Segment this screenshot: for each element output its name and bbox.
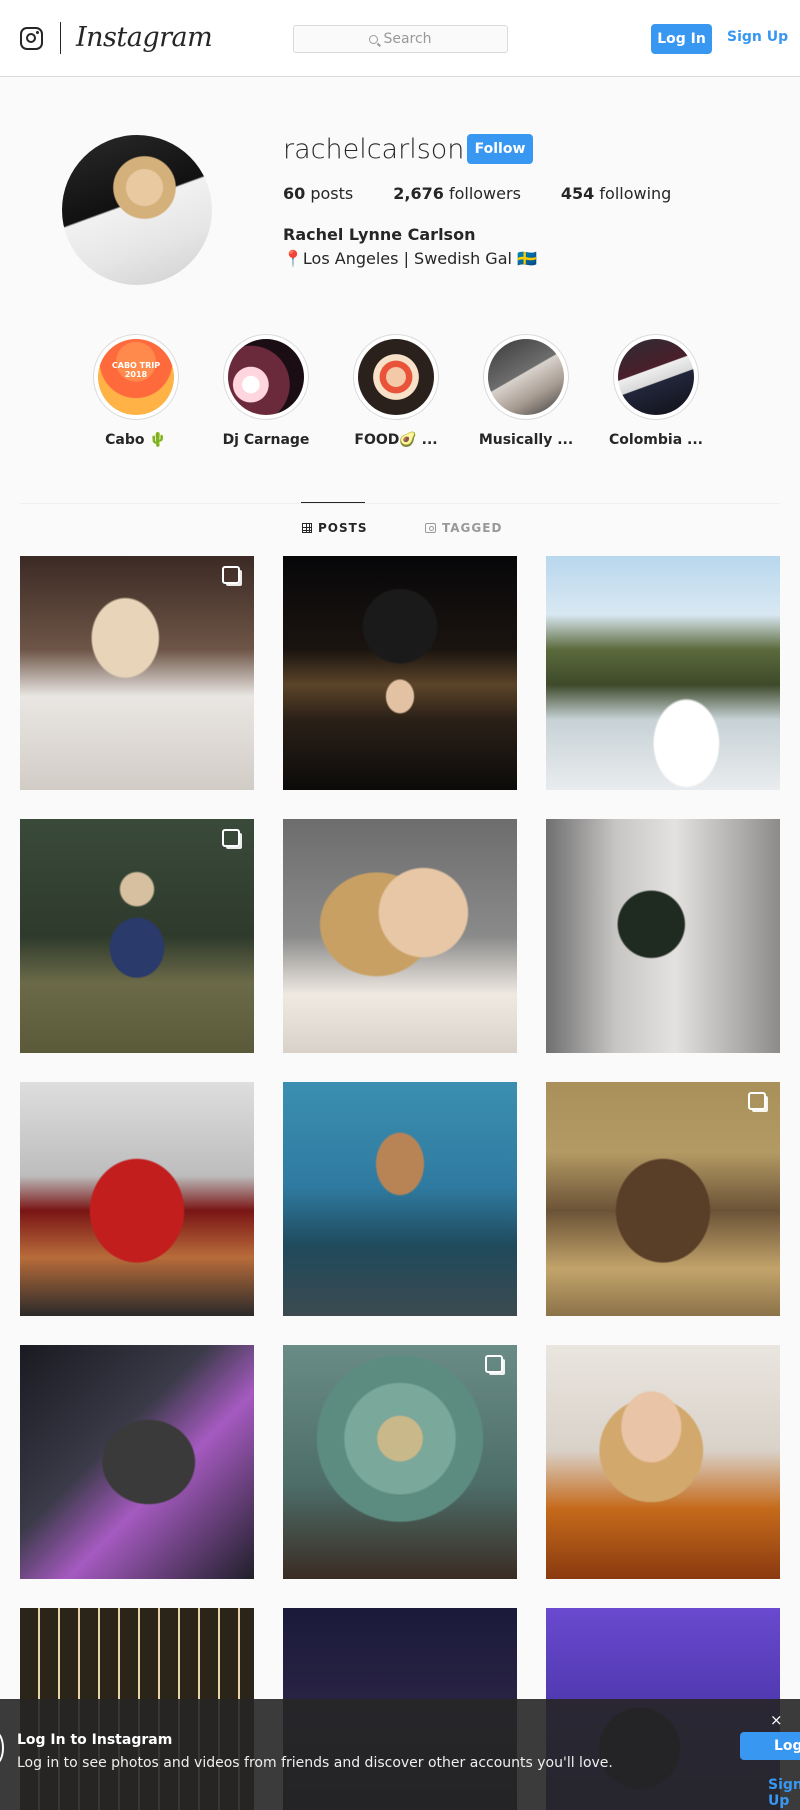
post-thumbnail[interactable] [546,1082,780,1316]
post-thumbnail[interactable] [546,819,780,1053]
logo-divider [60,22,61,54]
multiple-photos-icon [222,566,240,584]
signup-link[interactable]: Sign Up [727,29,788,45]
highlight-cabo-image: CABO TRIP 2018 [98,339,174,415]
banner-title: Log In to Instagram [17,1732,173,1748]
story-highlights: CABO TRIP 2018 Cabo 🌵 Dj Carnage FOOD🥑 .… [0,334,800,454]
close-icon[interactable]: × [770,1711,783,1729]
search-placeholder: Search [383,31,432,47]
banner-text: Log in to see photos and videos from fri… [17,1755,613,1771]
post-thumbnail[interactable] [20,819,254,1053]
login-prompt-banner: Log In to Instagram Log in to see photos… [0,1699,800,1810]
profile-bio: 📍Los Angeles | Swedish Gal 🇸🇪 [283,249,537,268]
posts-stat-label: posts [310,184,354,203]
grid-icon [302,523,312,533]
post-thumbnail[interactable] [20,1345,254,1579]
posts-stat: 60 posts [283,184,353,203]
post-thumbnail[interactable] [283,556,517,790]
highlight-cabo[interactable]: CABO TRIP 2018 Cabo 🌵 [71,334,201,448]
highlight-label: FOOD🥑 ... [354,432,438,448]
banner-signup-link[interactable]: Sign Up [768,1777,800,1809]
highlight-colombia-image [618,339,694,415]
tab-tagged[interactable]: TAGGED [425,521,502,535]
highlight-musically[interactable]: Musically ... [461,334,591,448]
profile-tabs: POSTS TAGGED [20,502,780,556]
multiple-photos-icon [222,829,240,847]
post-thumbnail[interactable] [283,1082,517,1316]
search-input[interactable]: Search [293,25,508,53]
followers-stat[interactable]: 2,676 followers [393,184,521,203]
post-thumbnail[interactable] [546,1345,780,1579]
profile-avatar[interactable] [62,135,212,285]
multiple-photos-icon [485,1355,503,1373]
post-thumbnail[interactable] [20,1082,254,1316]
tagged-icon [425,523,436,533]
multiple-photos-icon [748,1092,766,1110]
post-thumbnail[interactable] [283,1345,517,1579]
highlight-musically-image [488,339,564,415]
following-count: 454 [560,184,595,203]
highlight-cabo-badge: CABO TRIP 2018 [111,361,161,379]
follow-button[interactable]: Follow [467,134,533,164]
highlight-colombia[interactable]: Colombia ... [591,334,721,448]
profile-stats: 60 posts 2,676 followers 454 following [283,184,671,203]
followers-stat-label: followers [448,184,521,203]
post-thumbnail[interactable] [20,556,254,790]
instagram-wordmark[interactable]: Instagram [76,22,213,53]
instagram-camera-icon[interactable] [20,27,43,50]
posts-count: 60 [283,184,306,203]
login-button[interactable]: Log In [651,24,712,54]
post-thumbnail[interactable] [546,556,780,790]
top-nav-bar: Instagram Search Log In Sign Up [0,0,800,77]
instagram-logo-icon [0,1731,4,1765]
profile-username: rachelcarlson1 [283,134,482,165]
tab-posts[interactable]: POSTS [300,502,368,535]
profile-full-name: Rachel Lynne Carlson [283,225,476,244]
highlight-dj-carnage[interactable]: Dj Carnage [201,334,331,448]
highlight-label: Musically ... [478,432,574,448]
search-icon [369,35,379,44]
following-stat[interactable]: 454 following [561,184,671,203]
highlight-label: Dj Carnage [222,432,310,448]
highlight-label: Cabo 🌵 [105,432,167,448]
highlight-food-image [358,339,434,415]
highlight-dj-carnage-image [228,339,304,415]
following-stat-label: following [599,184,672,203]
banner-login-button[interactable]: Log In [740,1732,800,1760]
tab-tagged-label: TAGGED [442,521,503,535]
highlight-food[interactable]: FOOD🥑 ... [331,334,461,448]
followers-count: 2,676 [393,184,444,203]
tab-posts-label: POSTS [318,521,368,535]
post-thumbnail[interactable] [283,819,517,1053]
highlight-label: Colombia ... [609,432,703,448]
